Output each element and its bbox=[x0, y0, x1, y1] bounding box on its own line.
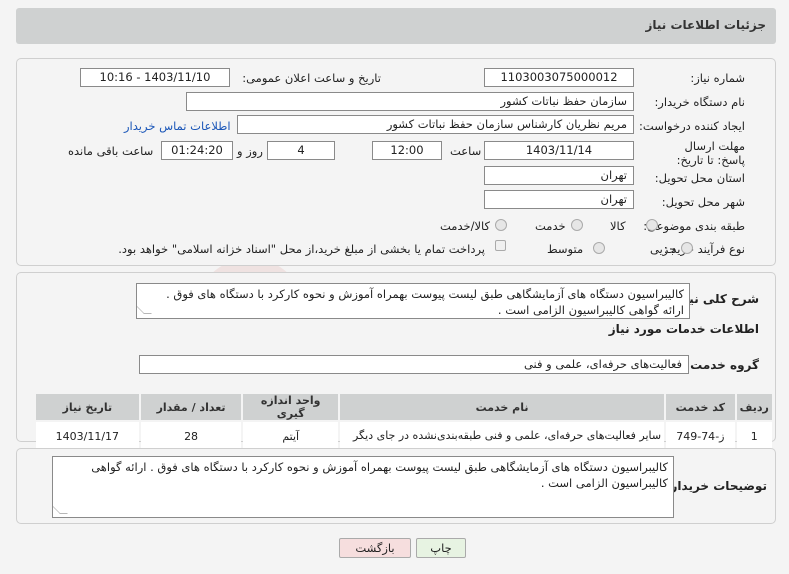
buyer-notes-text[interactable]: کالیبراسیون دستگاه های آزمایشگاهی طبق لی… bbox=[52, 456, 674, 518]
city-field: تهران bbox=[484, 190, 634, 209]
col-code: کد خدمت bbox=[666, 394, 735, 420]
print-button[interactable]: چاپ bbox=[416, 538, 466, 558]
page-header: جزئیات اطلاعات نیاز bbox=[16, 8, 776, 44]
deadline-date-field: 1403/11/14 bbox=[484, 141, 634, 160]
category-radio-goods-service[interactable] bbox=[495, 219, 507, 231]
col-qty: تعداد / مقدار bbox=[140, 394, 242, 420]
back-button[interactable]: بازگشت bbox=[339, 538, 411, 558]
treasury-payment-note: پرداخت تمام یا بخشی از مبلغ خرید،از محل … bbox=[118, 242, 485, 256]
need-number-label: شماره نیاز: bbox=[690, 71, 745, 85]
cell-row: 1 bbox=[736, 422, 772, 450]
remaining-label: ساعت باقی مانده bbox=[68, 144, 154, 158]
col-unit: واحد اندازه گیری bbox=[243, 394, 338, 420]
services-section-title: اطلاعات خدمات مورد نیاز bbox=[608, 322, 759, 336]
services-table: ردیف کد خدمت نام خدمت واحد اندازه گیری ت… bbox=[34, 392, 774, 452]
category-option-service: خدمت bbox=[535, 219, 566, 233]
province-label: استان محل تحویل: bbox=[654, 171, 745, 185]
city-label: شهر محل تحویل: bbox=[661, 195, 745, 209]
announce-label: تاریخ و ساعت اعلان عمومی: bbox=[242, 71, 381, 85]
service-group-label: گروه خدمت: bbox=[685, 358, 759, 372]
cell-name: سایر فعالیت‌های حرفه‌ای، علمی و فنی طبقه… bbox=[340, 422, 665, 450]
table-row: 1 ز-74-749 سایر فعالیت‌های حرفه‌ای، علمی… bbox=[36, 422, 772, 450]
days-label: روز و bbox=[237, 144, 263, 158]
deadline-time-field: 12:00 bbox=[372, 141, 442, 160]
category-radio-goods[interactable] bbox=[646, 219, 658, 231]
category-option-goods: کالا bbox=[610, 219, 626, 233]
cell-code: ز-74-749 bbox=[666, 422, 735, 450]
days-remaining-field: 4 bbox=[267, 141, 335, 160]
deadline-label: مهلت ارسال پاسخ: تا تاریخ: bbox=[676, 139, 745, 167]
col-date: تاریخ نیاز bbox=[36, 394, 139, 420]
category-option-goods-service: کالا/خدمت bbox=[440, 219, 491, 233]
requester-field: مریم نظریان کارشناس سازمان حفظ نباتات کش… bbox=[237, 115, 634, 134]
service-group-field: فعالیت‌های حرفه‌ای، علمی و فنی bbox=[139, 355, 689, 374]
announce-datetime-field: 1403/11/10 - 10:16 bbox=[80, 68, 230, 87]
buyer-contact-link[interactable]: اطلاعات تماس خریدار bbox=[124, 119, 231, 133]
buyer-notes-label: توضیحات خریدار: bbox=[665, 479, 767, 493]
province-field: تهران bbox=[484, 166, 634, 185]
requester-label: ایجاد کننده درخواست: bbox=[639, 119, 745, 133]
cell-qty: 28 bbox=[140, 422, 242, 450]
buyer-org-field: سازمان حفظ نباتات کشور bbox=[186, 92, 634, 111]
cell-unit: آیتم bbox=[243, 422, 338, 450]
buyer-org-label: نام دستگاه خریدار: bbox=[654, 95, 745, 109]
cell-date: 1403/11/17 bbox=[36, 422, 139, 450]
time-remaining-field: 01:24:20 bbox=[161, 141, 233, 160]
process-option-minor: جزیی bbox=[650, 242, 677, 256]
col-row: ردیف bbox=[736, 394, 772, 420]
category-label: طبقه بندی موضوعی: bbox=[643, 219, 745, 233]
process-option-medium: متوسط bbox=[547, 242, 584, 256]
summary-text[interactable]: کالیبراسیون دستگاه های آزمایشگاهی طبق لی… bbox=[136, 283, 690, 319]
info-panel bbox=[16, 58, 776, 266]
category-radio-service[interactable] bbox=[571, 219, 583, 231]
process-radio-minor[interactable] bbox=[681, 242, 693, 254]
treasury-payment-checkbox[interactable] bbox=[495, 240, 506, 251]
deadline-time-label: ساعت bbox=[450, 144, 482, 158]
process-radio-medium[interactable] bbox=[593, 242, 605, 254]
page-title: جزئیات اطلاعات نیاز bbox=[645, 18, 766, 32]
col-name: نام خدمت bbox=[340, 394, 665, 420]
need-number-field: 1103003075000012 bbox=[484, 68, 634, 87]
